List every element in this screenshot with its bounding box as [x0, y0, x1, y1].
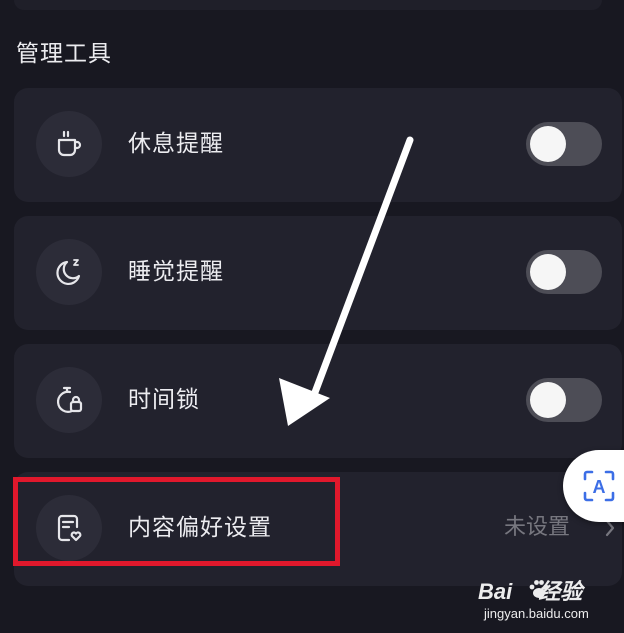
text-scan-glyph: A — [593, 477, 606, 497]
toggle-knob — [530, 254, 566, 290]
paw-logo-icon — [529, 580, 549, 598]
moon-sleep-icon — [36, 239, 102, 305]
toggle-knob — [530, 126, 566, 162]
setting-row-time-lock[interactable]: 时间锁 — [14, 344, 622, 458]
timer-lock-icon — [36, 367, 102, 433]
sleep-reminder-toggle[interactable] — [526, 250, 602, 294]
setting-label: 时间锁 — [128, 387, 200, 413]
setting-label: 休息提醒 — [128, 131, 224, 157]
content-preference-value: 未设置 — [504, 515, 571, 540]
setting-label: 睡觉提醒 — [128, 259, 224, 285]
annotation-highlight-box — [13, 477, 340, 566]
text-scan-icon: A — [583, 470, 615, 502]
previous-card-edge — [14, 0, 602, 10]
section-title: 管理工具 — [16, 41, 112, 67]
rest-reminder-toggle[interactable] — [526, 122, 602, 166]
setting-row-sleep-reminder[interactable]: 睡觉提醒 — [14, 216, 622, 330]
toggle-knob — [530, 382, 566, 418]
coffee-cup-icon — [36, 111, 102, 177]
watermark-brand-prefix: Bai — [478, 579, 513, 604]
setting-row-rest-reminder[interactable]: 休息提醒 — [14, 88, 622, 202]
watermark-domain: jingyan.baidu.com — [484, 606, 589, 621]
baidu-jingyan-watermark: Bai 经验 jingyan.baidu.com — [478, 574, 618, 630]
time-lock-toggle[interactable] — [526, 378, 602, 422]
